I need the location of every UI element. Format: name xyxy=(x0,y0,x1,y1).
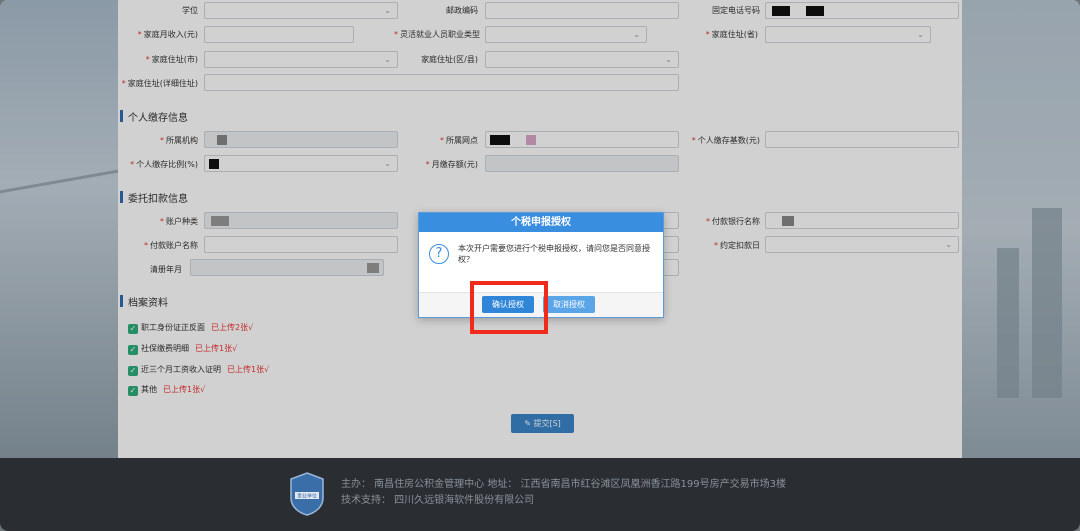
footer-text: 主办： 南昌住房公积金管理中心 地址： 江西省南昌市红谷滩区凤凰洲香江路199号… xyxy=(341,477,786,509)
emblem-logo: 事业单位 xyxy=(290,472,324,516)
dialog-title: 个税申报授权 xyxy=(419,213,663,232)
dialog-message: 本次开户需要您进行个税申报授权，请问您是否同意授权？ xyxy=(458,244,650,264)
annotation-highlight-box xyxy=(470,281,548,334)
question-icon: ? xyxy=(429,244,449,264)
footer-host: 主办： 南昌住房公积金管理中心 地址： 江西省南昌市红谷滩区凤凰洲香江路199号… xyxy=(341,479,786,490)
cancel-authorization-button[interactable]: 取消授权 xyxy=(543,296,595,313)
app-frame: 学位 ⌄ 邮政编码 固定电话号码 * 家庭月收入(元) * 灵活就业人员职业类型 ⌄… xyxy=(0,0,1080,531)
footer-support: 技术支持： 四川久远银海软件股份有限公司 xyxy=(341,495,535,506)
footer: 事业单位 主办： 南昌住房公积金管理中心 地址： 江西省南昌市红谷滩区凤凰洲香江… xyxy=(0,458,1080,531)
svg-text:事业单位: 事业单位 xyxy=(297,493,317,500)
